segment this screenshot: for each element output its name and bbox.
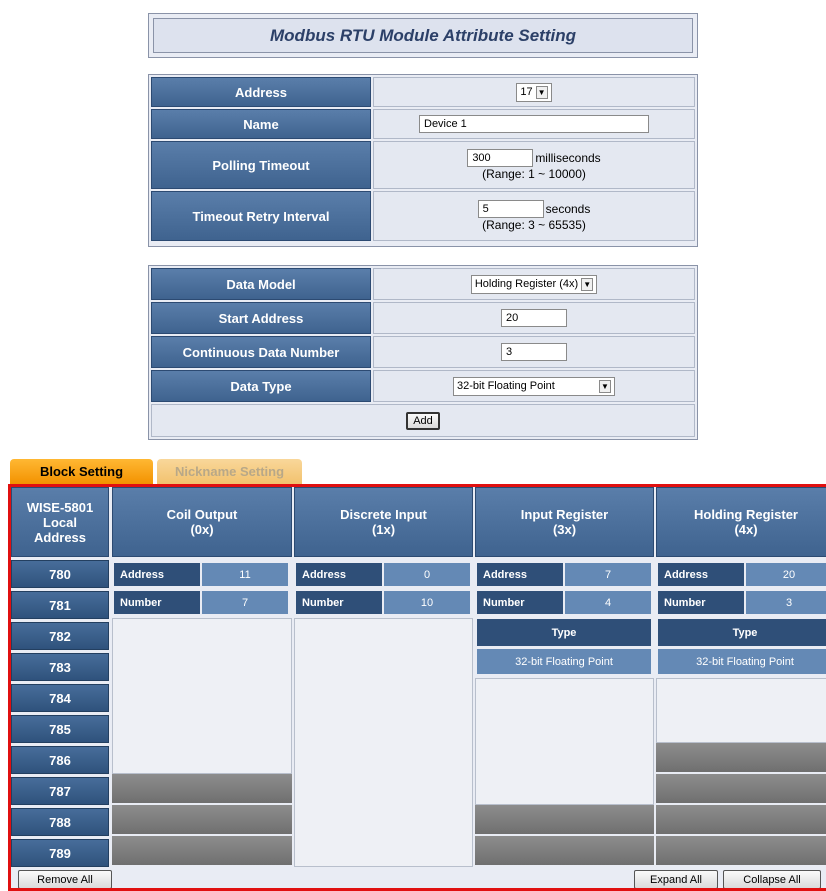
address-label: Address bbox=[151, 77, 371, 107]
coil-output-block[interactable]: Address 11 Number 7 bbox=[112, 560, 292, 774]
block-setting-panel: WISE-5801 Local Address Coil Output (0x)… bbox=[8, 484, 826, 891]
module-settings-form: Address 17 ▼ Name Device 1 Polling Timeo… bbox=[148, 74, 698, 247]
continuous-data-number-label: Continuous Data Number bbox=[151, 336, 371, 368]
retry-interval-range: (Range: 3 ~ 65535) bbox=[482, 218, 586, 232]
data-type-label: Data Type bbox=[151, 370, 371, 402]
address-row-782: 782 bbox=[11, 622, 109, 650]
chevron-down-icon: ▼ bbox=[599, 379, 611, 393]
remove-all-button[interactable]: Remove All bbox=[18, 870, 112, 888]
discrete-input-block[interactable]: Address 0 Number 10 bbox=[294, 560, 473, 867]
address-row-785: 785 bbox=[11, 715, 109, 743]
address-row-780: 780 bbox=[11, 560, 109, 588]
retry-interval-label: Timeout Retry Interval bbox=[151, 191, 371, 241]
data-model-form: Data Model Holding Register (4x) ▼ Start… bbox=[148, 265, 698, 440]
discrete-input-header: Discrete Input (1x) bbox=[294, 487, 473, 557]
retry-interval-unit: seconds bbox=[545, 202, 591, 216]
collapse-all-button[interactable]: Collapse All bbox=[723, 870, 821, 888]
holding-register-block[interactable]: Address 20 Number 3 Type 32-bit Floating… bbox=[656, 560, 826, 743]
chevron-down-icon: ▼ bbox=[581, 277, 594, 291]
local-address-header: WISE-5801 Local Address bbox=[11, 487, 109, 557]
name-input[interactable]: Device 1 bbox=[419, 115, 649, 133]
coil-output-number: 7 bbox=[202, 591, 288, 614]
address-row-781: 781 bbox=[11, 591, 109, 619]
data-model-label: Data Model bbox=[151, 268, 371, 300]
address-select[interactable]: 17 ▼ bbox=[516, 82, 552, 102]
holding-register-number: 3 bbox=[746, 591, 826, 614]
holding-register-header: Holding Register (4x) bbox=[656, 487, 826, 557]
address-row-788: 788 bbox=[11, 808, 109, 836]
name-label: Name bbox=[151, 109, 371, 139]
input-register-address: 7 bbox=[565, 563, 651, 586]
discrete-input-number: 10 bbox=[384, 591, 470, 614]
polling-timeout-label: Polling Timeout bbox=[151, 141, 371, 189]
start-address-input[interactable]: 20 bbox=[501, 309, 567, 327]
holding-register-address: 20 bbox=[746, 563, 826, 586]
discrete-input-address: 0 bbox=[384, 563, 470, 586]
tab-nickname-setting[interactable]: Nickname Setting bbox=[157, 459, 302, 484]
polling-timeout-range: (Range: 1 ~ 10000) bbox=[482, 167, 586, 181]
continuous-data-number-input[interactable]: 3 bbox=[501, 343, 567, 361]
coil-output-address: 11 bbox=[202, 563, 288, 586]
page-title-box: Modbus RTU Module Attribute Setting bbox=[148, 13, 698, 58]
polling-timeout-unit: milliseconds bbox=[535, 151, 601, 165]
address-row-787: 787 bbox=[11, 777, 109, 805]
address-row-789: 789 bbox=[11, 839, 109, 867]
expand-all-button[interactable]: Expand All bbox=[634, 870, 718, 888]
input-register-block[interactable]: Address 7 Number 4 Type 32-bit Floating … bbox=[475, 560, 654, 805]
input-register-header: Input Register (3x) bbox=[475, 487, 654, 557]
start-address-label: Start Address bbox=[151, 302, 371, 334]
input-register-number: 4 bbox=[565, 591, 651, 614]
polling-timeout-input[interactable]: 300 bbox=[467, 149, 534, 167]
add-button[interactable]: Add bbox=[406, 411, 440, 430]
block-toolbar: Remove All Expand All Collapse All bbox=[11, 868, 826, 888]
data-type-select[interactable]: 32-bit Floating Point ▼ bbox=[453, 376, 615, 396]
address-row-784: 784 bbox=[11, 684, 109, 712]
holding-register-type: 32-bit Floating Point bbox=[658, 649, 826, 674]
address-row-783: 783 bbox=[11, 653, 109, 681]
coil-output-header: Coil Output (0x) bbox=[112, 487, 292, 557]
input-register-type: 32-bit Floating Point bbox=[477, 649, 651, 674]
address-row-786: 786 bbox=[11, 746, 109, 774]
chevron-down-icon: ▼ bbox=[535, 85, 548, 99]
data-model-select[interactable]: Holding Register (4x) ▼ bbox=[470, 274, 598, 294]
retry-interval-input[interactable]: 5 bbox=[477, 200, 544, 218]
page-title: Modbus RTU Module Attribute Setting bbox=[153, 18, 693, 53]
tab-block-setting[interactable]: Block Setting bbox=[10, 459, 153, 484]
